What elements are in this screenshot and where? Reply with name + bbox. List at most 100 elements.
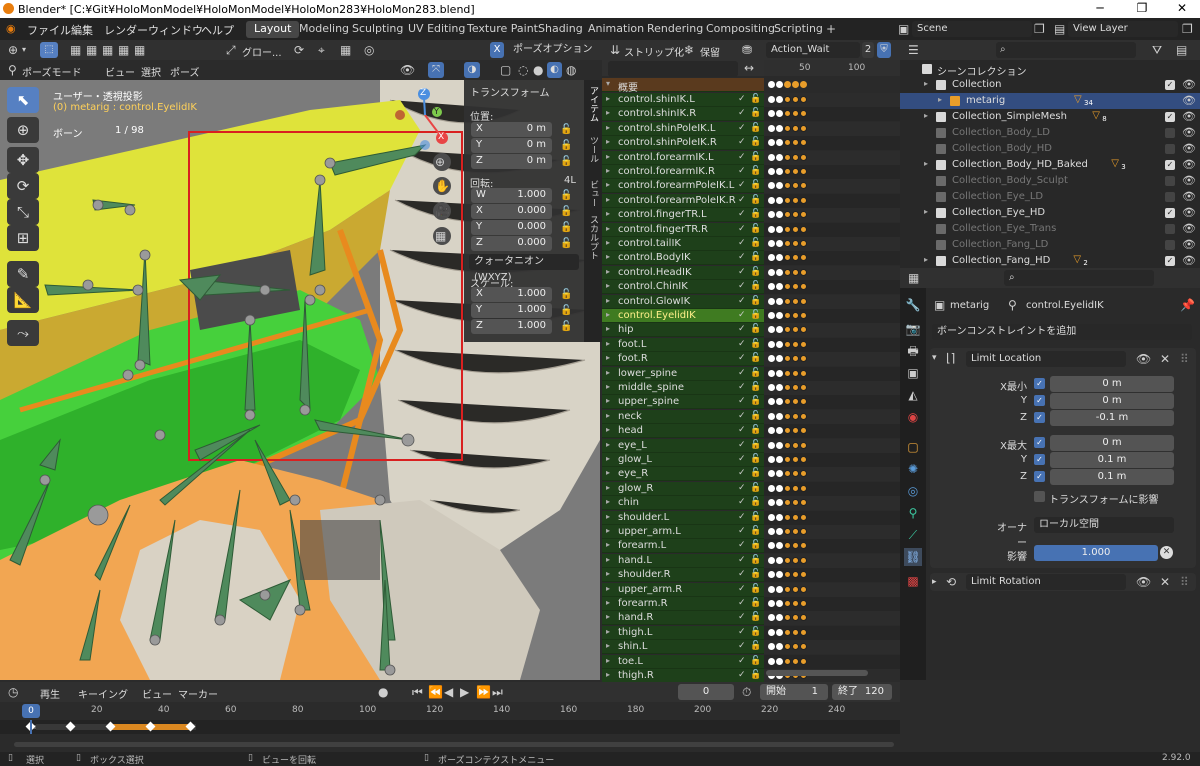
tool-bbone-icon[interactable]: ⤳ [7, 320, 39, 346]
keyframe[interactable] [800, 125, 807, 132]
channel-row[interactable]: ▸ shoulder.L ✓ 🔓 [602, 511, 764, 525]
lock-icon[interactable]: 🔓 [560, 222, 572, 233]
keyframe[interactable] [768, 542, 775, 549]
current-frame-field[interactable]: 0 [678, 684, 734, 700]
keyframe[interactable] [784, 413, 791, 420]
keyframe[interactable] [768, 514, 775, 521]
channel-mute-checkbox[interactable] [736, 426, 745, 435]
tool-annotate-icon[interactable]: ✎ [7, 261, 39, 287]
summary-keyframe[interactable] [784, 81, 791, 88]
keyframe[interactable] [776, 413, 783, 420]
channel-mute-checkbox[interactable] [736, 325, 745, 334]
keyframe[interactable] [800, 542, 807, 549]
keyframe[interactable] [784, 341, 791, 348]
eye-icon[interactable]: 👁 [1182, 254, 1196, 267]
keyframe[interactable] [784, 139, 791, 146]
keyframe[interactable] [800, 427, 807, 434]
overlay-toggle-icon[interactable]: ◑ [464, 62, 480, 78]
keyframe[interactable] [784, 298, 791, 305]
keyframe[interactable] [792, 240, 799, 247]
keyframe[interactable] [776, 139, 783, 146]
channel-mute-checkbox[interactable] [736, 628, 745, 637]
expand-arrow-icon[interactable]: ▸ [606, 238, 610, 247]
keyframe[interactable] [784, 542, 791, 549]
fake-user-shield-icon[interactable]: ⛨ [877, 42, 891, 58]
keyframe[interactable] [776, 283, 783, 290]
tab-sculpt[interactable]: スカルプト [586, 215, 600, 260]
menu-file[interactable]: ファイル [27, 22, 71, 38]
channel-mute-checkbox[interactable] [736, 282, 745, 291]
keyframe[interactable] [784, 226, 791, 233]
visibility-icon[interactable]: 👁 [400, 63, 415, 77]
exclude-checkbox[interactable] [1165, 144, 1175, 154]
tool-rotate-icon[interactable]: ⟳ [7, 173, 39, 199]
keyframe[interactable] [768, 139, 775, 146]
keyframe[interactable] [784, 355, 791, 362]
channel-mute-checkbox[interactable] [736, 383, 745, 392]
keyframe[interactable] [768, 614, 775, 621]
keyframe[interactable] [776, 240, 783, 247]
keyframe[interactable] [792, 168, 799, 175]
channel-mute-checkbox[interactable] [736, 513, 745, 522]
exclude-checkbox[interactable] [1165, 192, 1175, 202]
keyframe[interactable] [768, 442, 775, 449]
expand-arrow-icon[interactable]: ▸ [606, 94, 610, 103]
keyframe[interactable] [776, 600, 783, 607]
new-scene-icon[interactable]: ❐ [1034, 22, 1045, 36]
select-invert-icon[interactable]: ▦ [118, 43, 129, 57]
channel-search-input[interactable] [608, 61, 738, 77]
keyframe[interactable] [800, 557, 807, 564]
tab-tool[interactable]: ツール [586, 136, 600, 163]
expand-arrow-icon[interactable]: ▸ [606, 670, 610, 679]
keyframe[interactable] [784, 600, 791, 607]
lock-icon[interactable]: 🔓 [560, 238, 572, 249]
eye-icon[interactable]: 👁 [1182, 158, 1196, 171]
render-tab-icon[interactable]: 📷 [904, 320, 922, 338]
outliner-row[interactable]: ▸ Collection_SimpleMesh ▽ 8 ✓ 👁 [900, 109, 1200, 125]
filter-icon[interactable]: ⛛ [1152, 43, 1162, 57]
exclude-checkbox[interactable] [1165, 240, 1175, 250]
keyframe[interactable] [800, 254, 807, 261]
exclude-checkbox[interactable] [1165, 176, 1175, 186]
exclude-checkbox[interactable] [1165, 128, 1175, 138]
menu-render[interactable]: レンダー [104, 22, 148, 38]
channel-mute-checkbox[interactable] [736, 498, 745, 507]
eye-icon[interactable]: 👁 [1136, 352, 1151, 366]
lock-icon[interactable]: 🔓 [560, 321, 572, 332]
keyframe[interactable] [800, 384, 807, 391]
keyframe[interactable] [800, 571, 807, 578]
outliner-root[interactable]: シーンコレクション [900, 61, 1200, 78]
channel-bone-lock-icon[interactable]: 🔓 [750, 195, 761, 205]
channel-bone-lock-icon[interactable]: 🔓 [750, 368, 761, 378]
expand-arrow-icon[interactable]: ▸ [606, 252, 610, 261]
channel-bone-lock-icon[interactable]: 🔓 [750, 584, 761, 594]
channel-row[interactable]: ▸ thigh.L ✓ 🔓 [602, 626, 764, 640]
channel-row[interactable]: ▸ hand.L ✓ 🔓 [602, 554, 764, 568]
keyframe[interactable] [800, 182, 807, 189]
keyframe[interactable] [800, 398, 807, 405]
expand-arrow-icon[interactable]: ▸ [606, 454, 610, 463]
channel-bone-lock-icon[interactable]: 🔓 [750, 353, 761, 363]
keyframe[interactable] [800, 499, 807, 506]
modifier-tab-icon[interactable]: ✺ [904, 460, 922, 478]
channel-bone-lock-icon[interactable]: 🔓 [750, 152, 761, 162]
outliner-row[interactable]: Collection_Body_HD 👁 [900, 141, 1200, 157]
keyframe[interactable] [776, 96, 783, 103]
min-z-field[interactable]: -0.1 m [1050, 410, 1174, 426]
keyframe[interactable] [768, 586, 775, 593]
eye-icon[interactable]: 👁 [1182, 190, 1196, 203]
channel-mute-checkbox[interactable] [736, 642, 745, 651]
channel-mute-checkbox[interactable] [736, 541, 745, 550]
keyframe[interactable] [776, 269, 783, 276]
keyframe[interactable] [792, 96, 799, 103]
keyframe[interactable] [792, 154, 799, 161]
expand-arrow-icon[interactable]: ▸ [606, 656, 610, 665]
max-z-checkbox[interactable]: ✓ [1034, 471, 1045, 482]
record-icon[interactable]: ● [378, 685, 388, 699]
summary-keyframe[interactable] [800, 81, 807, 88]
location-x-field[interactable]: X0 m [471, 122, 552, 137]
keyframe[interactable] [792, 542, 799, 549]
expand-arrow-icon[interactable]: ▸ [606, 224, 610, 233]
keyframe[interactable] [792, 427, 799, 434]
keyframe[interactable] [768, 211, 775, 218]
